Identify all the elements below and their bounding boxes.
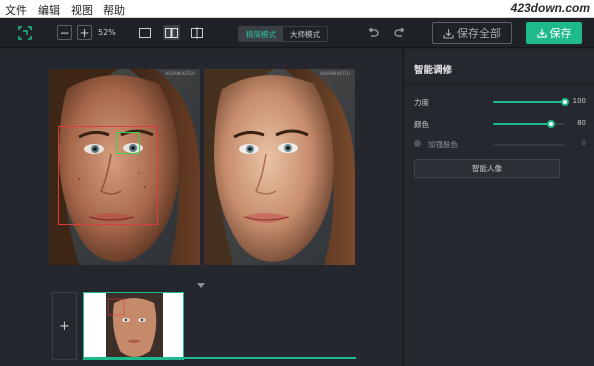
thumbnail-image [84, 293, 183, 359]
strength-label: 力度 [414, 98, 429, 107]
site-watermark: 423down.com [510, 1, 590, 15]
after-photo[interactable]: HUSAIN KUTLU [204, 69, 355, 265]
save-all-label: 保存全部 [457, 27, 501, 40]
face-detection-box [58, 126, 158, 225]
photo-caption: HUSAIN KUTLU [165, 71, 195, 76]
filmstrip-thumbnail[interactable] [83, 292, 184, 360]
compare-view-icon[interactable] [190, 26, 204, 40]
color-slider[interactable] [493, 120, 565, 128]
portrait-image [204, 69, 355, 265]
zoom-in-button[interactable]: + [77, 25, 92, 40]
color-slider-fill [493, 123, 551, 125]
photo-caption: HUSAIN KUTLU [320, 71, 350, 76]
save-button[interactable]: 保存 [526, 22, 582, 44]
redo-icon[interactable] [393, 27, 405, 39]
filmstrip-scrollbar[interactable] [83, 357, 356, 359]
adjust-panel: 智能调修 力度 100 颜色 80 加强肤色 0 智能人像 [403, 49, 594, 366]
menu-file[interactable]: 文件 [5, 2, 27, 18]
strength-slider-fill [493, 101, 565, 103]
panel-title: 智能调修 [414, 65, 453, 76]
collapse-arrow-icon[interactable] [197, 283, 205, 288]
add-image-button[interactable]: + [52, 292, 77, 360]
enhance-skin-label: 加强肤色 [428, 140, 458, 149]
undo-icon[interactable] [367, 27, 379, 39]
canvas-area: HUSAIN KUTLU HUSAIN KUTLU + [0, 49, 402, 366]
smart-portrait-button[interactable]: 智能人像 [414, 159, 560, 178]
eye-detection-box [116, 132, 140, 154]
single-view-icon[interactable] [138, 26, 152, 40]
panel-divider [404, 83, 594, 84]
color-label: 颜色 [414, 120, 429, 129]
save-all-button[interactable]: 保存全部 [432, 22, 512, 44]
strength-slider-knob[interactable] [561, 98, 569, 106]
toolbar: − + 52% 精简模式 大师模式 保存全部 保存 [0, 18, 594, 48]
strength-value: 100 [572, 97, 586, 105]
menu-view[interactable]: 视图 [71, 2, 93, 18]
zoom-level: 52% [98, 28, 116, 37]
color-slider-knob[interactable] [546, 120, 555, 128]
zoom-out-button[interactable]: − [57, 25, 72, 40]
mode-switch: 精简模式 大师模式 [238, 26, 328, 42]
download-icon [443, 28, 454, 39]
menu-edit[interactable]: 编辑 [38, 2, 60, 18]
strength-slider[interactable] [493, 98, 569, 106]
menu-bar: 文件 编辑 视图 帮助 423down.com [0, 0, 594, 18]
enhance-skin-value: 0 [581, 139, 586, 147]
download-icon [536, 28, 547, 38]
split-view-icon[interactable] [163, 25, 180, 40]
menu-help[interactable]: 帮助 [103, 2, 125, 18]
enhance-skin-checkbox[interactable] [414, 140, 421, 147]
before-photo[interactable]: HUSAIN KUTLU [49, 69, 200, 265]
crop-select-icon[interactable] [17, 25, 33, 41]
color-value: 80 [577, 119, 586, 127]
save-label: 保存 [549, 27, 572, 40]
mode-simple-tab[interactable]: 精简模式 [239, 27, 283, 41]
mode-master-tab[interactable]: 大师模式 [283, 27, 327, 41]
enhance-skin-slider [493, 144, 565, 146]
